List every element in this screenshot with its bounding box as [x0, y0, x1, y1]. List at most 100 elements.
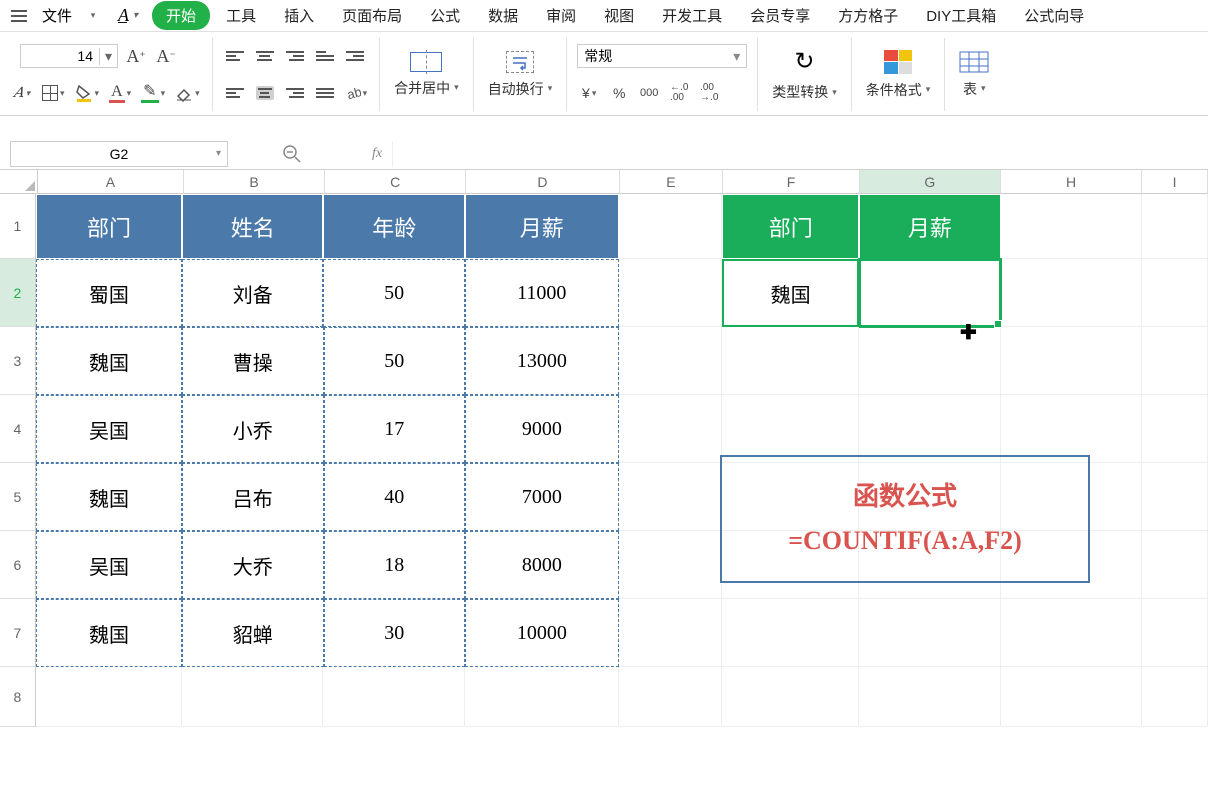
- cell-D2[interactable]: 11000: [465, 259, 619, 327]
- cell-D1[interactable]: 月薪: [465, 194, 619, 259]
- cell-G3[interactable]: [859, 327, 1000, 395]
- cell-B3[interactable]: 曹操: [182, 327, 323, 395]
- cell-E4[interactable]: [619, 395, 723, 463]
- font-shortcut[interactable]: A̲▾: [112, 5, 144, 26]
- cell-B5[interactable]: 吕布: [182, 463, 323, 531]
- col-header-F[interactable]: F: [723, 170, 859, 194]
- cell-C3[interactable]: 50: [324, 327, 465, 395]
- formula-input[interactable]: [392, 141, 1208, 167]
- increase-indent-icon[interactable]: [343, 44, 367, 68]
- fill-color-dropdown[interactable]: [73, 81, 102, 105]
- menu-tab-0[interactable]: 开始: [152, 1, 210, 30]
- cell-F1[interactable]: 部门: [722, 194, 859, 259]
- menu-tab-1[interactable]: 工具: [214, 0, 268, 32]
- row-header-4[interactable]: 4: [0, 395, 36, 463]
- font-size-input[interactable]: ▾: [20, 44, 118, 68]
- cell-C4[interactable]: 17: [324, 395, 465, 463]
- comma-style-button[interactable]: 000: [637, 81, 661, 105]
- align-middle-icon[interactable]: [253, 44, 277, 68]
- cell-H3[interactable]: [1001, 327, 1142, 395]
- cell-H7[interactable]: [1001, 599, 1142, 667]
- col-header-C[interactable]: C: [325, 170, 466, 194]
- cell-E7[interactable]: [619, 599, 723, 667]
- decrease-font-icon[interactable]: A: [154, 44, 178, 68]
- cell-D6[interactable]: 8000: [465, 531, 619, 599]
- column-headers[interactable]: ABCDEFGHI: [38, 170, 1208, 194]
- percent-button[interactable]: %: [607, 81, 631, 105]
- row-header-2[interactable]: 2: [0, 259, 36, 327]
- cell-D7[interactable]: 10000: [465, 599, 619, 667]
- cell-E8[interactable]: [619, 667, 723, 727]
- font-color-dropdown[interactable]: A: [107, 81, 133, 105]
- cell-A7[interactable]: 魏国: [36, 599, 182, 667]
- align-bottom-icon[interactable]: [283, 44, 307, 68]
- align-right-icon[interactable]: [283, 81, 307, 105]
- file-menu[interactable]: 文件: [34, 5, 80, 26]
- cell-I8[interactable]: [1142, 667, 1208, 727]
- cell-C7[interactable]: 30: [324, 599, 465, 667]
- cell-F7[interactable]: [722, 599, 859, 667]
- menu-tab-7[interactable]: 视图: [592, 0, 646, 32]
- col-header-I[interactable]: I: [1142, 170, 1208, 194]
- cell-E3[interactable]: [619, 327, 723, 395]
- cell-F4[interactable]: [722, 395, 859, 463]
- cell-B7[interactable]: 貂蝉: [182, 599, 323, 667]
- number-format-select[interactable]: 常规 ▾: [577, 44, 747, 68]
- cell-H2[interactable]: [1001, 259, 1142, 327]
- row-header-6[interactable]: 6: [0, 531, 36, 599]
- decrease-decimal-button[interactable]: .00→.0: [697, 81, 721, 105]
- cell-G2[interactable]: [859, 259, 1001, 327]
- cell-A3[interactable]: 魏国: [36, 327, 182, 395]
- table-style-group[interactable]: 表: [945, 38, 1003, 111]
- font-style-dropdown[interactable]: 𝐴: [10, 81, 34, 105]
- cell-I7[interactable]: [1142, 599, 1208, 667]
- row-header-7[interactable]: 7: [0, 599, 36, 667]
- menu-tab-3[interactable]: 页面布局: [330, 0, 414, 32]
- row-header-1[interactable]: 1: [0, 194, 36, 259]
- name-box[interactable]: G2 ▾: [10, 141, 228, 167]
- cell-A2[interactable]: 蜀国: [36, 259, 182, 327]
- cell-D3[interactable]: 13000: [465, 327, 619, 395]
- currency-dropdown[interactable]: ¥: [577, 81, 601, 105]
- cell-F3[interactable]: [722, 327, 859, 395]
- col-header-A[interactable]: A: [38, 170, 184, 194]
- cell-B8[interactable]: [182, 667, 323, 727]
- cell-C6[interactable]: 18: [324, 531, 465, 599]
- col-header-H[interactable]: H: [1001, 170, 1142, 194]
- menu-tab-8[interactable]: 开发工具: [650, 0, 734, 32]
- cell-D4[interactable]: 9000: [465, 395, 619, 463]
- spreadsheet-grid[interactable]: ABCDEFGHI 1部门姓名年龄月薪部门月薪2蜀国刘备5011000魏国3魏国…: [0, 170, 1208, 727]
- cell-F8[interactable]: [722, 667, 859, 727]
- increase-decimal-button[interactable]: ←.0.00: [667, 81, 691, 105]
- cell-B6[interactable]: 大乔: [182, 531, 323, 599]
- cell-D5[interactable]: 7000: [465, 463, 619, 531]
- cell-G7[interactable]: [859, 599, 1000, 667]
- col-header-B[interactable]: B: [184, 170, 325, 194]
- cell-E6[interactable]: [619, 531, 723, 599]
- row-header-3[interactable]: 3: [0, 327, 36, 395]
- orientation-dropdown[interactable]: ab: [343, 81, 370, 105]
- cell-A1[interactable]: 部门: [36, 194, 182, 259]
- cell-E5[interactable]: [619, 463, 723, 531]
- cell-E2[interactable]: [619, 259, 723, 327]
- cell-A6[interactable]: 吴国: [36, 531, 182, 599]
- col-header-E[interactable]: E: [620, 170, 724, 194]
- cell-C1[interactable]: 年龄: [323, 194, 464, 259]
- align-top-icon[interactable]: [223, 44, 247, 68]
- menu-tab-2[interactable]: 插入: [272, 0, 326, 32]
- row-header-5[interactable]: 5: [0, 463, 36, 531]
- chevron-down-icon[interactable]: ▾: [99, 48, 117, 65]
- clear-format-dropdown[interactable]: [173, 81, 202, 105]
- cell-A8[interactable]: [36, 667, 182, 727]
- cell-G4[interactable]: [859, 395, 1000, 463]
- col-header-G[interactable]: G: [860, 170, 1001, 194]
- cond-format-group[interactable]: 条件格式: [852, 38, 946, 111]
- borders-dropdown[interactable]: [40, 81, 67, 105]
- cell-I2[interactable]: [1142, 259, 1208, 327]
- type-convert-group[interactable]: ↻ 类型转换: [758, 38, 852, 111]
- menu-tab-4[interactable]: 公式: [418, 0, 472, 32]
- fx-label[interactable]: fx: [372, 146, 382, 162]
- cell-B4[interactable]: 小乔: [182, 395, 323, 463]
- col-header-D[interactable]: D: [466, 170, 619, 194]
- cell-G8[interactable]: [859, 667, 1000, 727]
